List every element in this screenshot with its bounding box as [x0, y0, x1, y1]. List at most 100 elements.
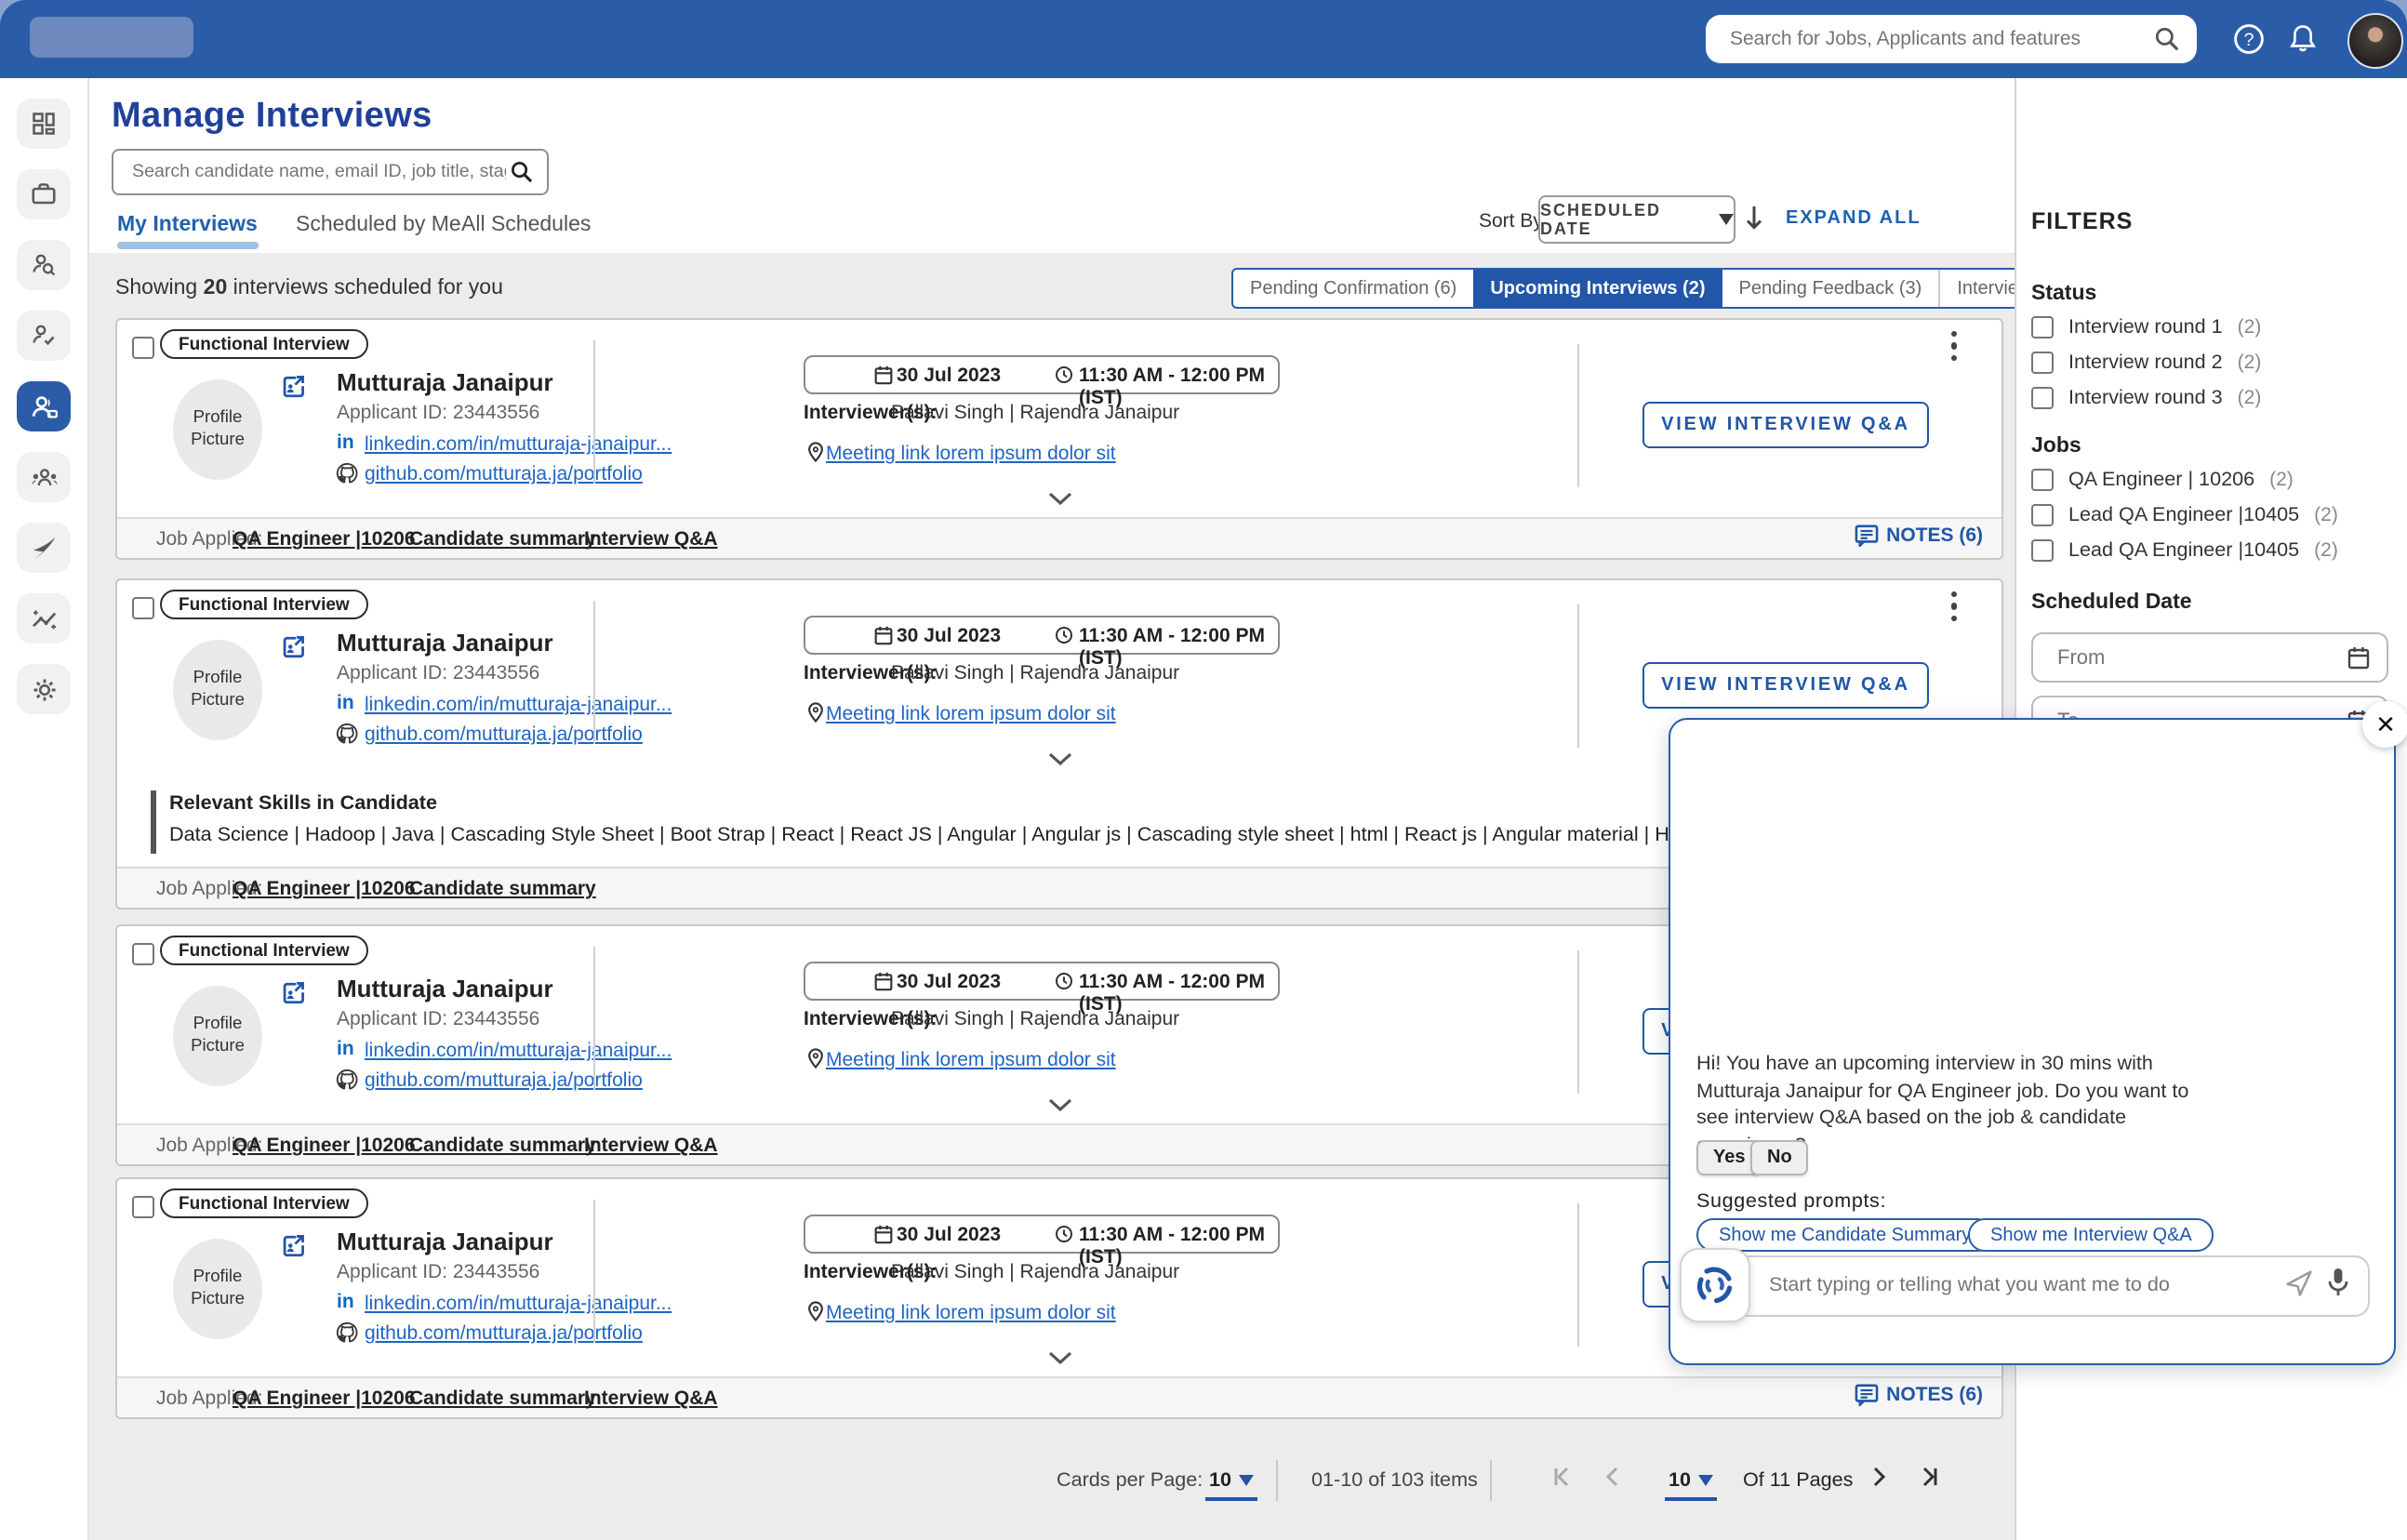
sort-direction-icon[interactable] — [1741, 203, 1767, 232]
meeting-link[interactable]: Meeting link lorem ipsum dolor sit — [826, 1049, 1116, 1071]
search-icon[interactable] — [510, 160, 534, 184]
filter-row[interactable]: Interview round 1 (2) — [2031, 316, 2261, 339]
checkbox[interactable] — [2031, 352, 2054, 374]
filter-row[interactable]: Interview round 3 (2) — [2031, 387, 2261, 409]
previous-page-icon[interactable] — [1602, 1466, 1624, 1488]
candidate-name[interactable]: Mutturaja Janaipur — [337, 629, 553, 657]
card-menu-kebab-icon[interactable] — [1951, 331, 1959, 361]
send-icon[interactable] — [2284, 1268, 2314, 1298]
next-page-icon[interactable] — [1868, 1466, 1890, 1488]
github-link[interactable]: github.com/mutturaja.ja/portfolio — [365, 724, 643, 746]
no-button[interactable]: No — [1750, 1140, 1809, 1175]
view-interview-qa-button[interactable]: VIEW INTERVIEW Q&A — [1642, 402, 1929, 448]
chip-pending-feedback[interactable]: Pending Feedback (3) — [1722, 270, 1939, 307]
assistant-input-field[interactable] — [1713, 1255, 2370, 1317]
calendar-icon[interactable] — [2347, 645, 2370, 670]
expand-card-chevron-icon[interactable] — [1047, 1097, 1073, 1112]
candidate-name[interactable]: Mutturaja Janaipur — [337, 1228, 553, 1255]
card-checkbox[interactable] — [132, 597, 154, 619]
view-interview-qa-button[interactable]: VIEW INTERVIEW Q&A — [1642, 662, 1929, 709]
candidate-summary-link[interactable]: Candidate summary — [409, 1387, 596, 1410]
sidebar-item-team[interactable] — [17, 452, 71, 502]
microphone-icon[interactable] — [2325, 1267, 2351, 1298]
github-link[interactable]: github.com/mutturaja.ja/portfolio — [365, 1322, 643, 1345]
card-menu-kebab-icon[interactable] — [1951, 591, 1959, 621]
sidebar-item-interviews[interactable] — [17, 381, 71, 431]
chip-pending-confirmation[interactable]: Pending Confirmation (6) — [1233, 270, 1473, 307]
candidate-name[interactable]: Mutturaja Janaipur — [337, 975, 553, 1002]
assistant-input[interactable] — [1765, 1272, 2201, 1298]
sidebar-item-settings[interactable] — [17, 664, 71, 714]
expand-card-chevron-icon[interactable] — [1047, 1350, 1073, 1365]
linkedin-link[interactable]: linkedin.com/in/mutturaja-janaipur... — [365, 1040, 672, 1062]
meeting-link[interactable]: Meeting link lorem ipsum dolor sit — [826, 703, 1116, 725]
candidate-name[interactable]: Mutturaja Janaipur — [337, 368, 553, 396]
candidate-summary-link[interactable]: Candidate summary — [409, 528, 596, 551]
checkbox[interactable] — [2031, 387, 2054, 409]
filter-row[interactable]: QA Engineer | 10206 (2) — [2031, 469, 2294, 491]
candidate-summary-link[interactable]: Candidate summary — [409, 878, 596, 900]
global-search[interactable] — [1706, 15, 2197, 63]
github-link[interactable]: github.com/mutturaja.ja/portfolio — [365, 463, 643, 485]
interview-qa-link[interactable]: Interview Q&A — [584, 528, 718, 551]
sidebar-item-brand[interactable] — [17, 523, 71, 573]
tab-my-interviews[interactable]: My Interviews — [117, 214, 258, 236]
open-profile-icon[interactable] — [281, 374, 305, 400]
sidebar-item-dashboard[interactable] — [17, 99, 71, 149]
prompt-candidate-summary[interactable]: Show me Candidate Summary — [1696, 1218, 1994, 1252]
cards-per-page-select[interactable]: 10 — [1209, 1469, 1255, 1492]
chip-upcoming-interviews[interactable]: Upcoming Interviews (2) — [1473, 270, 1722, 307]
date-from-input[interactable] — [2054, 644, 2347, 670]
date-from-field[interactable] — [2031, 632, 2388, 683]
expand-card-chevron-icon[interactable] — [1047, 491, 1073, 506]
sort-dropdown[interactable]: SCHEDULED DATE — [1538, 195, 1735, 244]
interview-qa-link[interactable]: Interview Q&A — [584, 1135, 718, 1157]
job-applied-link[interactable]: QA Engineer |10206 — [233, 1387, 416, 1410]
linkedin-link[interactable]: linkedin.com/in/mutturaja-janaipur... — [365, 1293, 672, 1315]
app-logo[interactable] — [30, 17, 193, 58]
linkedin-link[interactable]: linkedin.com/in/mutturaja-janaipur... — [365, 694, 672, 716]
sidebar-item-candidate-approve[interactable] — [17, 311, 71, 361]
close-icon[interactable]: ✕ — [2362, 701, 2407, 748]
filter-row[interactable]: Lead QA Engineer |10405 (2) — [2031, 504, 2338, 526]
open-profile-icon[interactable] — [281, 980, 305, 1006]
sidebar-item-analytics[interactable] — [17, 593, 71, 644]
page-select[interactable]: 10 — [1669, 1469, 1714, 1492]
candidate-search-input[interactable] — [128, 160, 510, 184]
user-avatar[interactable] — [2347, 13, 2403, 69]
prompt-interview-qa[interactable]: Show me Interview Q&A — [1968, 1218, 2214, 1252]
help-icon[interactable]: ? — [2232, 22, 2266, 56]
candidate-summary-link[interactable]: Candidate summary — [409, 1135, 596, 1157]
tab-all-schedules[interactable]: All Schedules — [461, 214, 591, 236]
meeting-link[interactable]: Meeting link lorem ipsum dolor sit — [826, 443, 1116, 465]
filter-row[interactable]: Interview round 2 (2) — [2031, 352, 2261, 374]
card-checkbox[interactable] — [132, 1196, 154, 1218]
job-applied-link[interactable]: QA Engineer |10206 — [233, 1135, 416, 1157]
filter-row[interactable]: Lead QA Engineer |10405 (2) — [2031, 539, 2338, 562]
meeting-link[interactable]: Meeting link lorem ipsum dolor sit — [826, 1302, 1116, 1324]
card-checkbox[interactable] — [132, 337, 154, 359]
last-page-icon[interactable] — [1918, 1466, 1940, 1488]
sidebar-item-jobs[interactable] — [17, 169, 71, 219]
interview-qa-link[interactable]: Interview Q&A — [584, 1387, 718, 1410]
expand-card-chevron-icon[interactable] — [1047, 751, 1073, 766]
notifications-bell-icon[interactable] — [2286, 22, 2320, 56]
expand-all-button[interactable]: EXPAND ALL — [1786, 208, 1922, 229]
tab-scheduled-by-me[interactable]: Scheduled by Me — [296, 214, 461, 236]
search-icon[interactable] — [2154, 26, 2180, 52]
checkbox[interactable] — [2031, 316, 2054, 339]
card-checkbox[interactable] — [132, 943, 154, 965]
job-applied-link[interactable]: QA Engineer |10206 — [233, 528, 416, 551]
checkbox[interactable] — [2031, 504, 2054, 526]
candidate-search[interactable] — [112, 149, 549, 195]
linkedin-link[interactable]: linkedin.com/in/mutturaja-janaipur... — [365, 433, 672, 456]
notes-button[interactable]: NOTES (6) — [1855, 1384, 1983, 1406]
checkbox[interactable] — [2031, 469, 2054, 491]
first-page-icon[interactable] — [1551, 1466, 1574, 1488]
open-profile-icon[interactable] — [281, 1233, 305, 1259]
open-profile-icon[interactable] — [281, 634, 305, 660]
notes-button[interactable]: NOTES (6) — [1855, 524, 1983, 547]
checkbox[interactable] — [2031, 539, 2054, 562]
sidebar-item-candidate-search[interactable] — [17, 240, 71, 290]
job-applied-link[interactable]: QA Engineer |10206 — [233, 878, 416, 900]
